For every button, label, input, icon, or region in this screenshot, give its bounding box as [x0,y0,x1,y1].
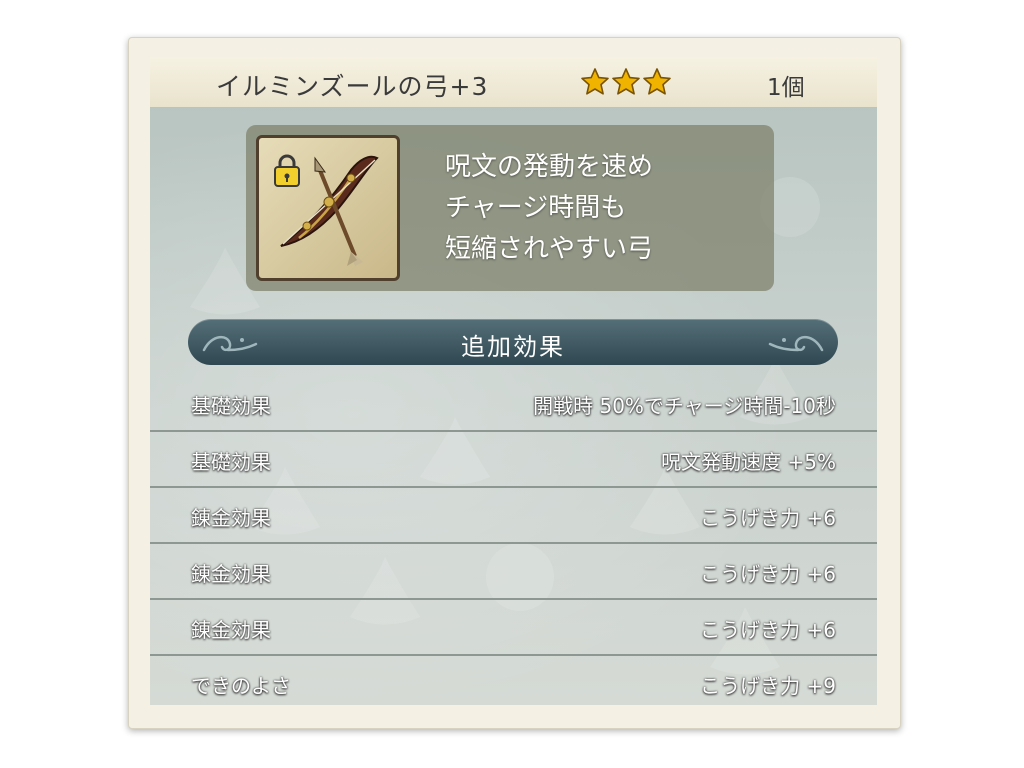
effect-row: できのよさ こうげき力 +9 [150,656,877,705]
effect-value: こうげき力 +9 [700,674,836,698]
effect-row: 錬金効果 こうげき力 +6 [150,544,877,600]
item-icon-frame [256,135,400,281]
item-name: イルミンズールの弓+3 [216,72,489,101]
item-description-box: 呪文の発動を速め チャージ時間も 短縮されやすい弓 [246,125,774,291]
effect-label: 基礎効果 [191,394,271,418]
section-title: 追加効果 [461,333,565,361]
effect-value: こうげき力 +6 [700,506,836,530]
effect-value: こうげき力 +6 [700,618,836,642]
description-line: 呪文の発動を速め [445,152,654,182]
item-detail-panel: イルミンズールの弓+3 1個 呪文の発動を速め チャージ時間も 短縮されやすい弓… [150,57,877,705]
right-ornament-icon [768,336,824,352]
item-quantity: 1個 [767,75,805,101]
effect-row: 錬金効果 こうげき力 +6 [150,600,877,656]
star-icon [612,68,640,95]
effect-row: 錬金効果 こうげき力 +6 [150,488,877,544]
effect-value: 呪文発動速度 +5% [661,450,836,474]
effect-row: 基礎効果 呪文発動速度 +5% [150,432,877,488]
item-title-bar: イルミンズールの弓+3 1個 [150,57,877,108]
effect-row: 基礎効果 開戦時 50%でチャージ時間-10秒 [150,376,877,432]
effects-list: 基礎効果 開戦時 50%でチャージ時間-10秒 基礎効果 呪文発動速度 +5% … [150,376,877,705]
effect-label: 基礎効果 [191,450,271,474]
rarity-stars [580,67,672,97]
star-icon [581,68,609,95]
item-detail-card: イルミンズールの弓+3 1個 呪文の発動を速め チャージ時間も 短縮されやすい弓… [128,37,901,729]
description-line: チャージ時間も [445,193,627,223]
effect-value: 開戦時 50%でチャージ時間-10秒 [533,394,836,418]
effect-label: 錬金効果 [191,506,271,530]
effect-label: できのよさ [191,674,291,698]
item-description: 呪文の発動を速め チャージ時間も 短縮されやすい弓 [445,147,653,270]
lock-icon [274,154,300,187]
effect-label: 錬金効果 [191,618,271,642]
additional-effects-header: 追加効果 [188,319,838,365]
description-line: 短縮されやすい弓 [445,234,654,264]
star-icon [643,68,671,95]
effect-value: こうげき力 +6 [700,562,836,586]
effect-label: 錬金効果 [191,562,271,586]
